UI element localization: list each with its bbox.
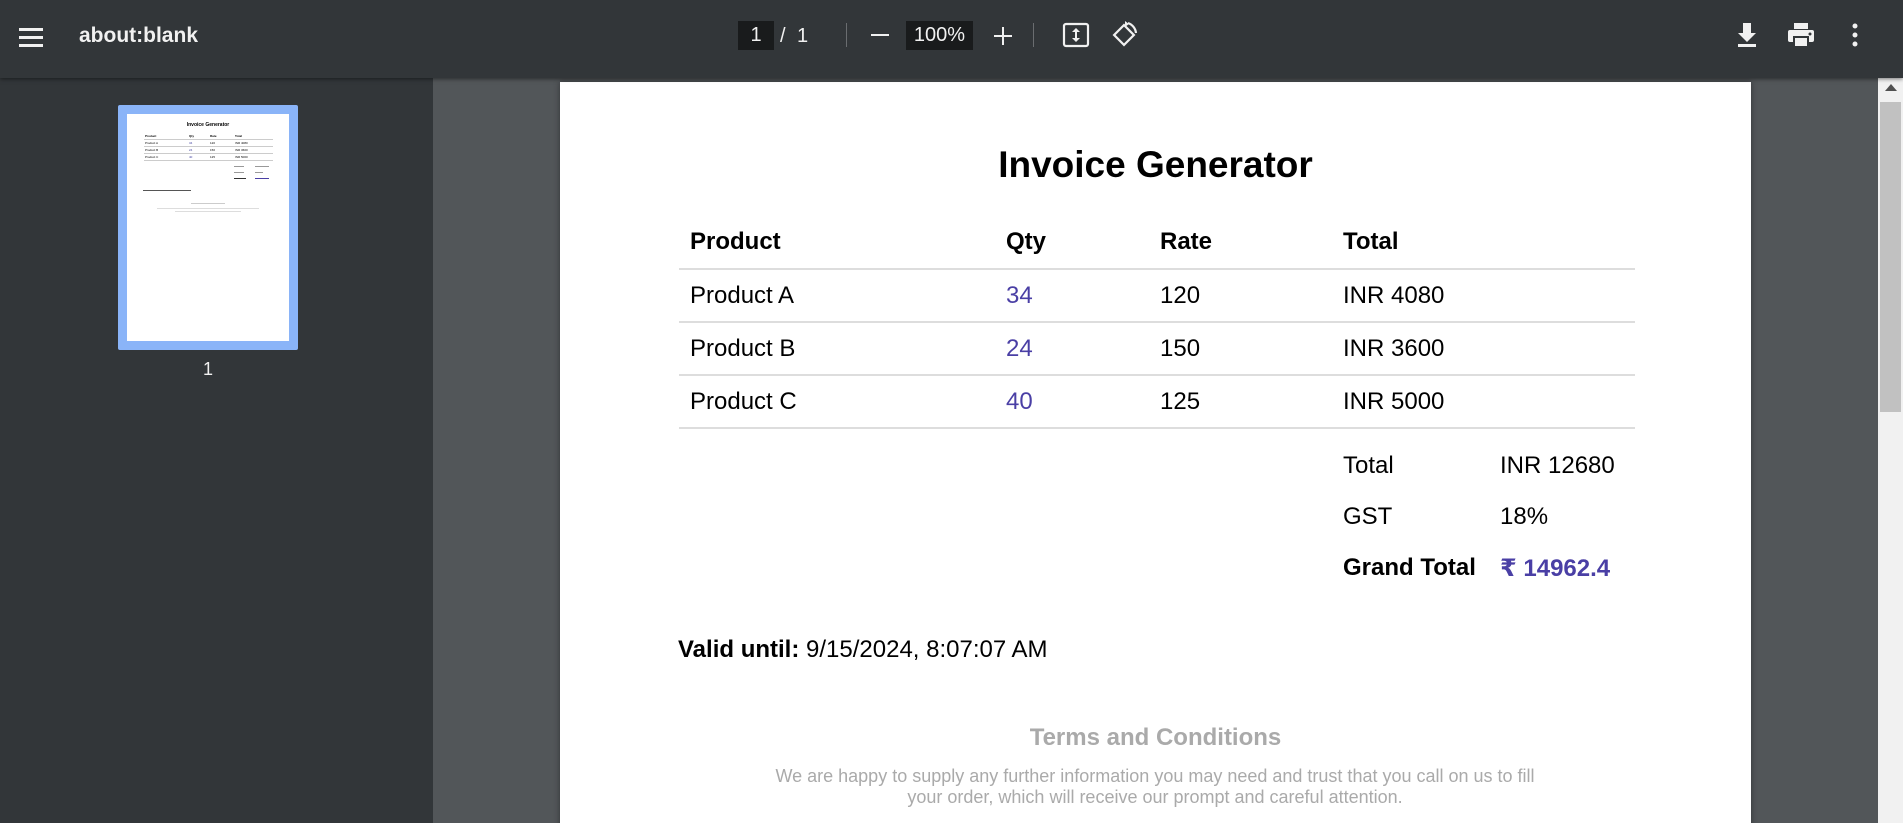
thumbnail-sidebar: Invoice Generator Product Qty Rate Total Pr… [0,78,433,823]
table-row: Product B 24 150 INR 3600 [679,322,1635,376]
thumbnail-line [255,166,269,167]
thumbnail-line [255,178,269,179]
total-cell: INR 5000 [1332,375,1635,429]
thumbnail-line [157,208,259,209]
thumbnail-line [234,178,246,179]
product-cell: Product C [679,375,995,429]
terms-text: We are happy to supply any further infor… [775,766,1535,807]
rate-cell: 120 [1149,269,1332,323]
page-thumbnail[interactable]: Invoice Generator Product Qty Rate Total Pr… [118,105,298,350]
qty-cell: 24 [995,322,1149,376]
pdf-toolbar: about:blank 1 / 1 100% [0,0,1903,78]
toolbar-divider [1033,23,1034,47]
thumbnail-line [234,172,244,173]
thumbnail-row: Product A 34 120 INR 4080 [144,140,273,147]
summary-grand-row: Grand Total ₹ 14962.4 [1343,554,1643,605]
summary-grand-value: ₹ 14962.4 [1500,555,1611,582]
product-cell: Product A [679,269,995,323]
valid-until-label: Valid until: [678,636,800,663]
more-vert-icon[interactable] [1839,19,1871,51]
thumbnail-preview: Invoice Generator Product Qty Rate Total Pr… [127,114,289,341]
rate-cell: 150 [1149,322,1332,376]
total-cell: INR 3600 [1332,322,1635,376]
page-number-input[interactable]: 1 [738,21,774,50]
terms-title: Terms and Conditions [1029,724,1282,751]
thumbnail-row: Product B 24 150 INR 3600 [144,147,273,154]
summary-gst-label: GST [1343,503,1393,530]
pdf-page: Invoice Generator Product Qty Rate Total… [560,82,1751,823]
thumbnail-line [255,172,263,173]
thumbnail-line [175,211,241,212]
fit-page-icon[interactable] [1060,19,1092,51]
column-header-total: Total [1332,216,1635,270]
print-icon[interactable] [1785,19,1817,51]
valid-until: Valid until: 9/15/2024, 8:07:07 AM [678,636,1048,664]
invoice-table: Product Qty Rate Total Product A 34 120 … [679,216,1635,429]
summary-grand-label: Grand Total [1343,554,1476,581]
thumbnail-row: Product C 40 125 INR 5000 [144,154,273,161]
summary-gst-value: 18% [1500,503,1549,530]
rate-cell: 125 [1149,375,1332,429]
total-cell: INR 4080 [1332,269,1635,323]
zoom-in-icon[interactable] [989,22,1017,50]
zoom-level-input[interactable]: 100% [906,21,973,50]
column-header-rate: Rate [1149,216,1332,270]
qty-cell: 40 [995,375,1149,429]
table-row: Product C 40 125 INR 5000 [679,375,1635,429]
table-header-row: Product Qty Rate Total [679,216,1635,270]
zoom-out-icon[interactable] [866,22,894,50]
download-icon[interactable] [1731,19,1763,51]
thumbnail-line [191,203,225,204]
thumbnail-line [143,190,191,191]
scroll-up-icon[interactable] [1885,84,1897,91]
thumbnail-title: Invoice Generator [186,122,230,128]
invoice-title: Invoice Generator [998,144,1313,185]
summary-total-row: Total INR 12680 [1343,452,1643,503]
column-header-product: Product [679,216,995,270]
rotate-icon[interactable] [1108,19,1140,51]
thumbnail-header-row: Product Qty Rate Total [144,133,273,140]
menu-icon[interactable] [16,23,46,53]
summary-gst-row: GST 18% [1343,503,1643,554]
pdf-viewer: Invoice Generator Product Qty Rate Total… [433,78,1903,823]
summary-total-value: INR 12680 [1500,452,1615,479]
thumbnail-page-number: 1 [202,359,213,379]
product-cell: Product B [679,322,995,376]
column-header-qty: Qty [995,216,1149,270]
table-row: Product A 34 120 INR 4080 [679,269,1635,323]
page-separator: / [780,25,786,47]
scrollbar-thumb[interactable] [1880,102,1901,412]
vertical-scrollbar[interactable] [1878,78,1903,823]
page-total: 1 [797,25,809,47]
toolbar-divider [846,23,847,47]
invoice-summary: Total INR 12680 GST 18% Grand Total ₹ 14… [1343,452,1643,605]
summary-total-label: Total [1343,452,1394,479]
qty-cell: 34 [995,269,1149,323]
document-title: about:blank [79,24,198,47]
valid-until-value: 9/15/2024, 8:07:07 AM [806,636,1048,663]
thumbnail-line [234,166,244,167]
